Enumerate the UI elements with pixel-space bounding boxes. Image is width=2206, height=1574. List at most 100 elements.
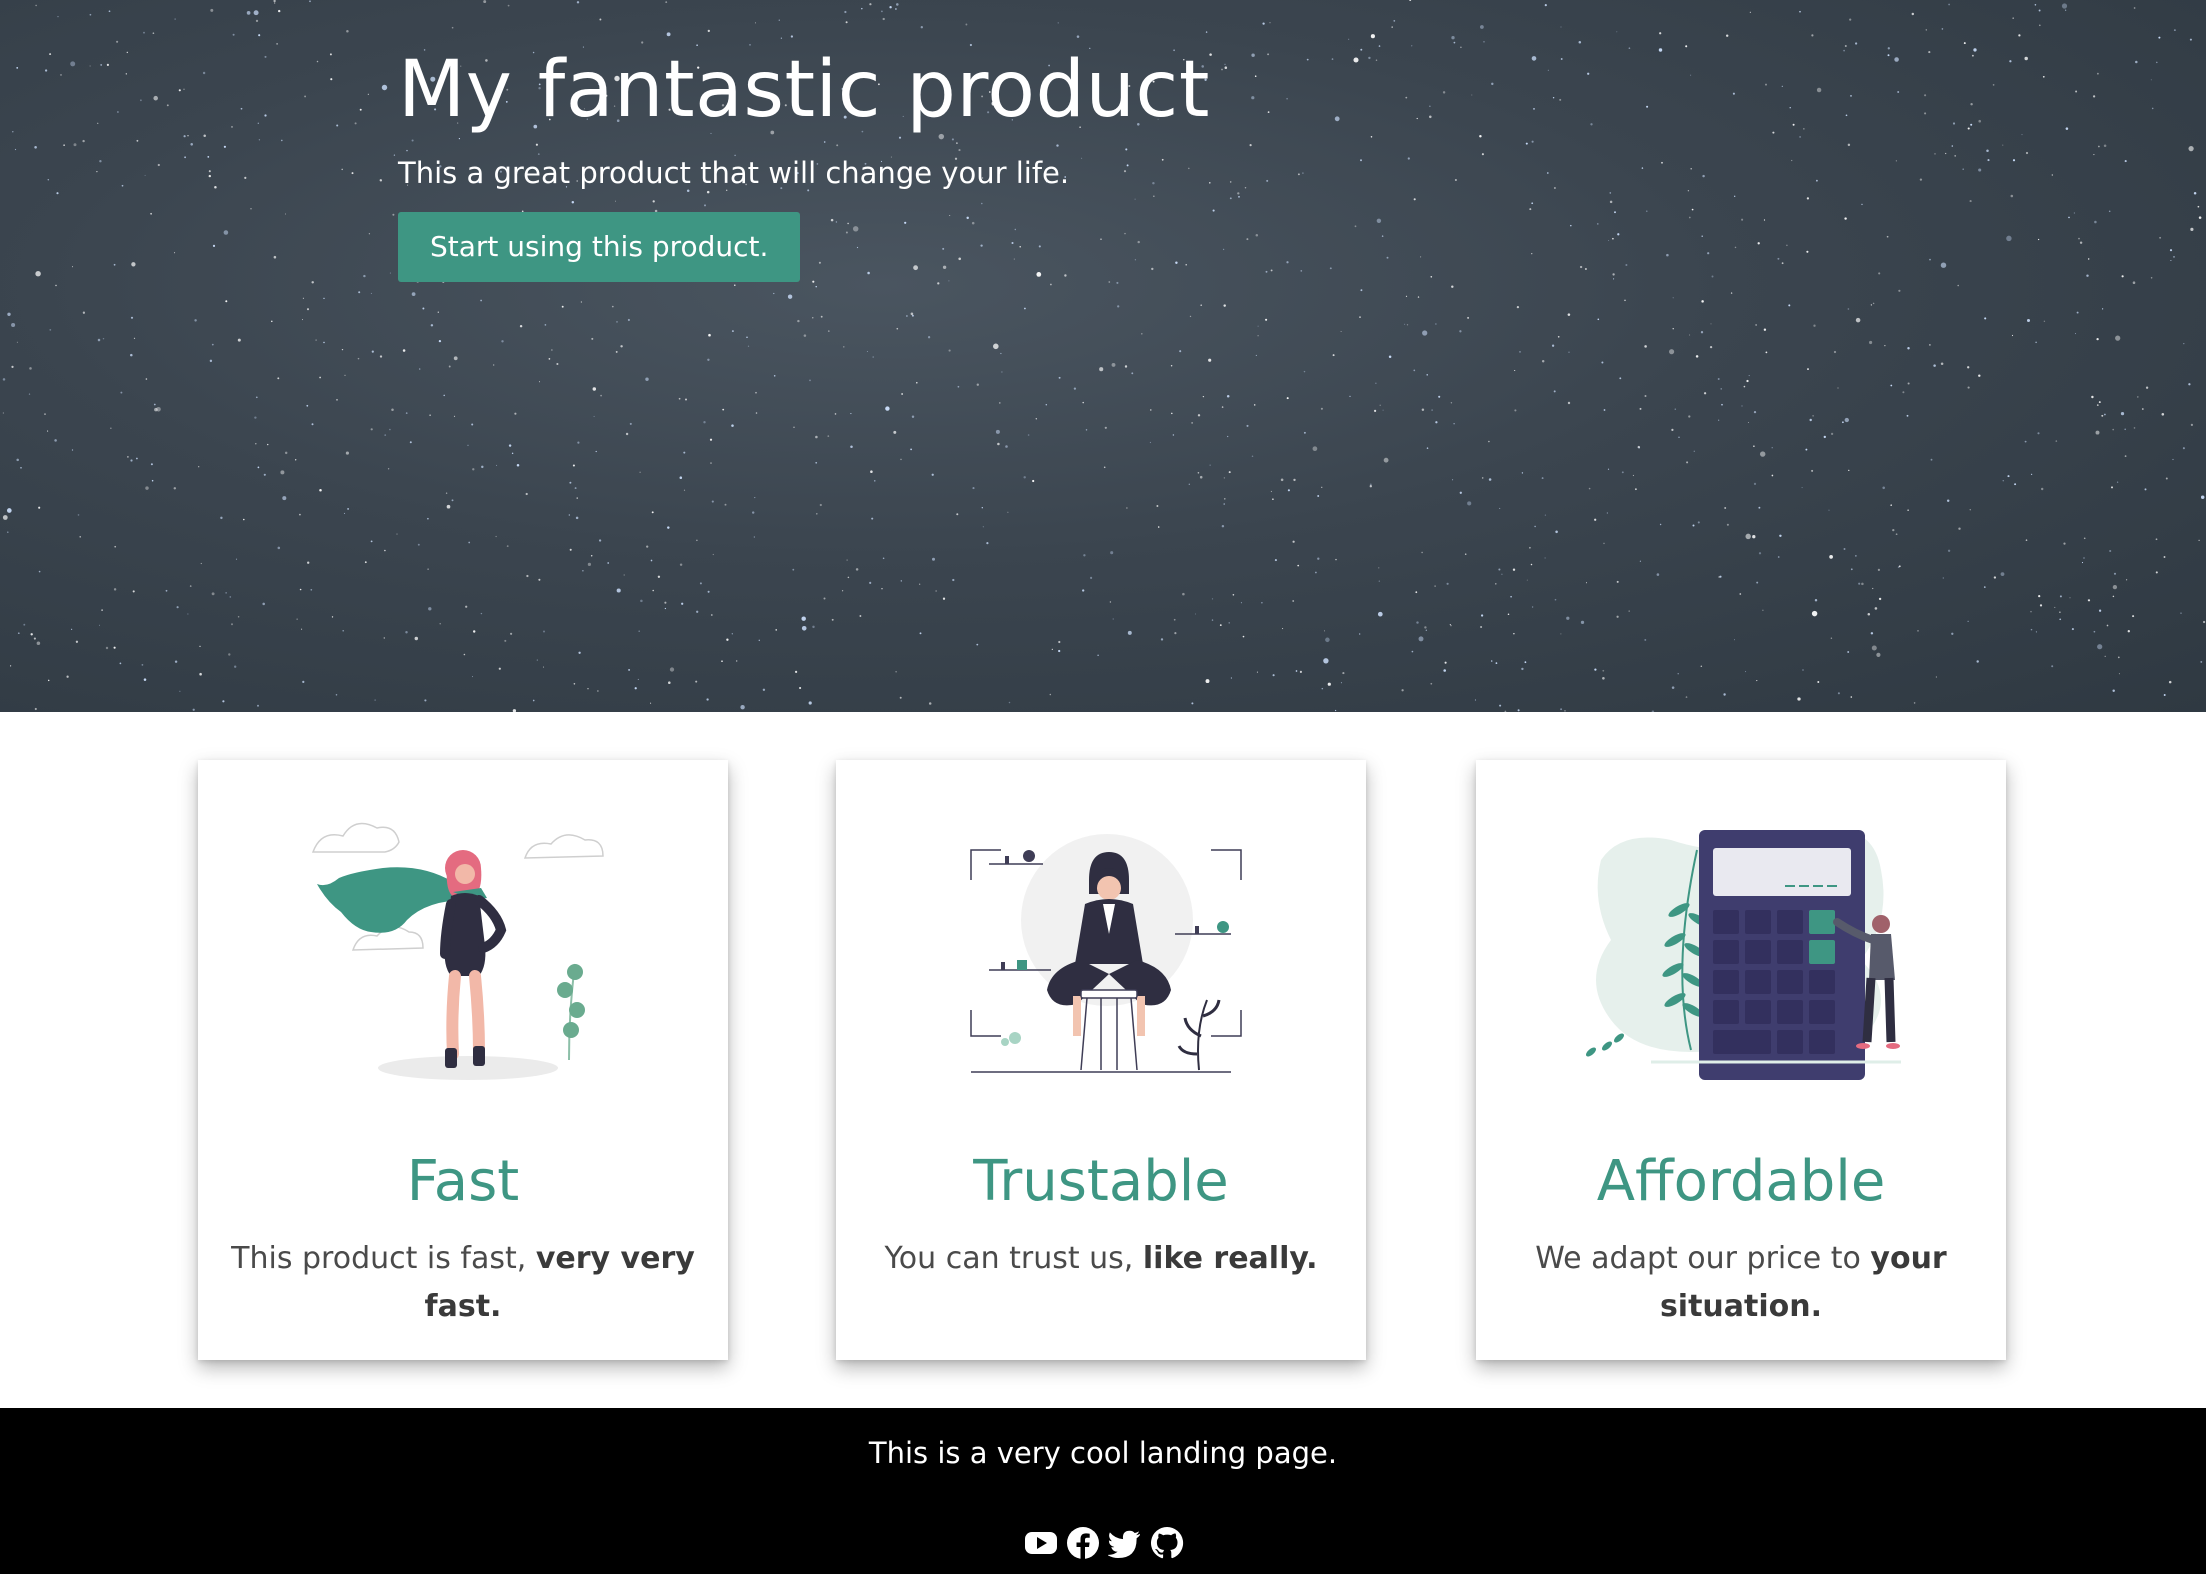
star [809,379,811,382]
star [1507,613,1510,615]
star [1566,616,1570,620]
star [1124,365,1128,368]
star [1724,507,1727,509]
start-using-button[interactable]: Start using this product. [398,212,801,282]
star [345,451,349,455]
star [1951,145,1954,147]
star [1597,223,1599,225]
star [2038,9,2041,12]
star [1544,514,1547,516]
star [982,526,984,528]
github-icon[interactable] [1150,1526,1184,1560]
hero-section: My fantastic product This a great produc… [0,0,2206,712]
star [801,616,806,621]
superwoman-illustration [311,822,604,1080]
star [2163,556,2166,558]
star [911,415,915,418]
star [956,513,959,516]
star [1898,565,1901,568]
star [1871,645,1877,651]
star [1265,318,1268,321]
star [176,606,179,609]
star [1887,54,1890,57]
star [536,659,538,661]
star [799,686,802,690]
star [1495,583,1497,585]
star [539,381,540,383]
star [370,540,373,543]
star [1801,487,1803,489]
star [1386,256,1389,259]
star [263,473,266,476]
star [1748,375,1750,377]
star [1753,445,1755,448]
star [1425,629,1427,631]
star [1689,334,1691,336]
star [611,305,614,308]
star [1205,679,1210,684]
star [358,291,361,294]
star [726,638,729,641]
youtube-icon[interactable] [1024,1526,1058,1560]
star [451,26,454,29]
star [1415,591,1418,594]
star [900,580,902,582]
star [17,632,20,635]
star [1249,144,1252,147]
star [2069,597,2071,599]
star [1753,410,1757,414]
star [762,688,766,691]
star [1369,485,1372,488]
star [354,122,357,125]
star [1197,414,1201,417]
star [174,18,176,20]
star [1008,701,1011,704]
star [1624,299,1626,302]
star [11,365,14,369]
twitter-icon[interactable] [1108,1526,1142,1560]
star [827,330,830,332]
star [1479,135,1482,138]
star [1842,421,1844,424]
star [1560,708,1563,711]
star [150,212,152,215]
star [1306,58,1309,61]
star [1112,618,1114,620]
star [174,252,176,254]
star [210,8,214,12]
star [2037,432,2040,435]
star [1772,131,1775,134]
star [831,618,834,621]
star [1253,404,1256,406]
star [664,607,667,610]
star [543,630,545,633]
star [106,63,109,66]
star [1023,476,1026,479]
star [363,274,366,278]
star [1359,316,1361,318]
star [1255,233,1259,237]
star [2135,60,2138,64]
star [1717,378,1720,380]
star [371,350,374,353]
star [57,15,59,18]
star [1758,506,1761,509]
star [569,548,572,551]
star [130,316,134,319]
star [1251,53,1255,57]
star [1718,576,1721,578]
star [1993,576,1997,579]
star [257,122,259,124]
star [409,441,412,444]
star [301,319,304,321]
star [1799,10,1801,13]
star [525,492,528,496]
star [1608,239,1610,242]
star [919,583,921,585]
star [1504,710,1507,712]
star [7,531,9,533]
star [1741,405,1743,407]
star [2117,656,2120,659]
star [1533,108,1535,110]
facebook-icon[interactable] [1066,1526,1100,1560]
